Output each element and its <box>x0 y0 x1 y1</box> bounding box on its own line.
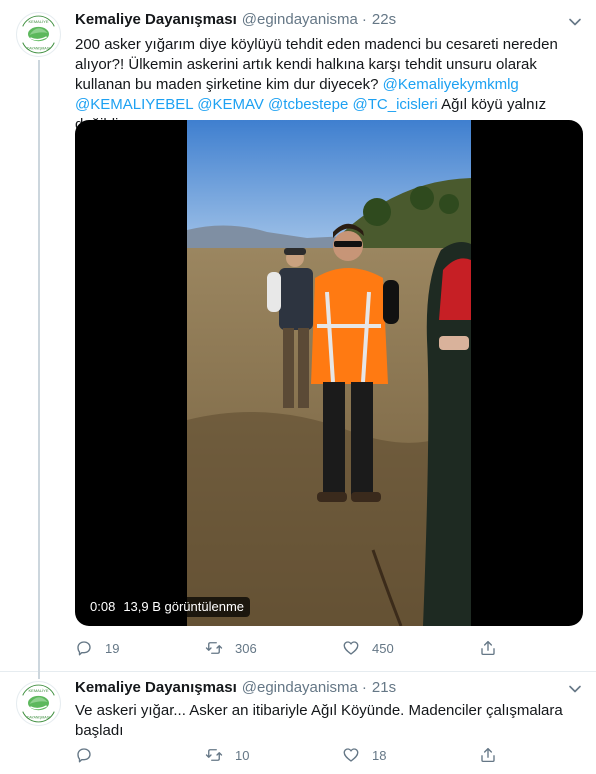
svg-text:DAYANIŞMASI: DAYANIŞMASI <box>27 715 50 719</box>
video-duration: 0:08 <box>90 599 116 614</box>
like-count: 18 <box>372 747 387 763</box>
mention-link[interactable]: @KEMAV <box>197 96 264 113</box>
svg-text:DAYANIŞMASI: DAYANIŞMASI <box>27 46 50 50</box>
heart-icon <box>342 746 360 764</box>
video-frame <box>187 120 471 626</box>
tweet-actions: 10 18 <box>75 745 515 765</box>
tweet-actions: 19 306 450 <box>75 638 515 658</box>
svg-text:KEMALİYE: KEMALİYE <box>28 19 48 24</box>
share-button[interactable] <box>479 745 509 765</box>
thread-line <box>38 60 40 672</box>
reply-icon <box>75 746 93 764</box>
more-options-button[interactable] <box>568 682 582 696</box>
retweet-icon <box>205 639 223 657</box>
author-handle[interactable]: @egindayanisma <box>242 679 358 696</box>
svg-text:KEMALİYE: KEMALİYE <box>28 688 48 693</box>
avatar[interactable]: KEMALİYE DAYANIŞMASI <box>16 12 61 57</box>
reply-count: 19 <box>105 640 120 656</box>
mention-link[interactable]: @TC_icisleri <box>353 96 438 113</box>
kemaliye-logo-icon: KEMALİYE DAYANIŞMASI <box>17 682 60 725</box>
chevron-down-icon <box>569 685 581 693</box>
retweet-count: 306 <box>235 640 257 656</box>
tweet-timestamp[interactable]: 22s <box>372 11 396 28</box>
mention-link[interactable]: @Kemaliyekymkmlg <box>383 76 519 93</box>
tweet-timestamp[interactable]: 21s <box>372 679 396 696</box>
tweet-text-part: Ve askeri yığar... Asker an itibariyle A… <box>75 702 563 739</box>
chevron-down-icon <box>569 18 581 26</box>
retweet-icon <box>205 746 223 764</box>
author-name[interactable]: Kemaliye Dayanışması <box>75 679 237 696</box>
video-info-overlay: 0:08 13,9 B görüntülenme <box>84 597 251 617</box>
video-views: 13,9 B görüntülenme <box>123 599 245 614</box>
tweet-text: Ve askeri yığar... Asker an itibariyle A… <box>75 701 584 741</box>
retweet-button[interactable]: 306 <box>205 638 257 658</box>
thread-line <box>38 672 40 679</box>
tweet-header: Kemaliye Dayanışması @egindayanisma · 22… <box>75 11 556 31</box>
tweet[interactable]: KEMALİYE DAYANIŞMASI Kemaliye Dayanışmas… <box>0 0 596 672</box>
author-handle[interactable]: @egindayanisma <box>242 11 358 28</box>
reply-icon <box>75 639 93 657</box>
mention-link[interactable]: @KEMALIYEBEL <box>75 96 193 113</box>
reply-button[interactable] <box>75 745 105 765</box>
retweet-count: 10 <box>235 747 250 763</box>
share-icon <box>479 746 497 764</box>
like-button[interactable]: 450 <box>342 638 394 658</box>
separator-dot: · <box>361 679 367 696</box>
like-count: 450 <box>372 640 394 656</box>
retweet-button[interactable]: 10 <box>205 745 249 765</box>
reply-button[interactable]: 19 <box>75 638 119 658</box>
kemaliye-logo-icon: KEMALİYE DAYANIŞMASI <box>17 13 60 56</box>
mention-link[interactable]: @tcbestepe <box>268 96 348 113</box>
avatar[interactable]: KEMALİYE DAYANIŞMASI <box>16 681 61 726</box>
tweet[interactable]: KEMALİYE DAYANIŞMASI Kemaliye Dayanışmas… <box>0 672 596 774</box>
author-name[interactable]: Kemaliye Dayanışması <box>75 11 237 28</box>
video-player[interactable]: 0:08 13,9 B görüntülenme <box>75 120 583 626</box>
like-button[interactable]: 18 <box>342 745 386 765</box>
separator-dot: · <box>361 11 367 28</box>
more-options-button[interactable] <box>568 15 582 29</box>
share-icon <box>479 639 497 657</box>
heart-icon <box>342 639 360 657</box>
share-button[interactable] <box>479 638 509 658</box>
tweet-header: Kemaliye Dayanışması @egindayanisma · 21… <box>75 679 556 699</box>
